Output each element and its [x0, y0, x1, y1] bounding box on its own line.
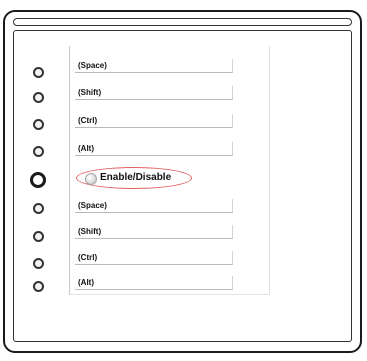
- enable-disable-highlight[interactable]: Enable/Disable: [76, 167, 192, 189]
- key-assignment-field-2[interactable]: (Shift): [75, 86, 233, 100]
- side-button-3[interactable]: [33, 119, 44, 130]
- side-button-4[interactable]: [33, 146, 44, 157]
- side-button-6[interactable]: [33, 203, 44, 214]
- enable-disable-label: Enable/Disable: [100, 172, 172, 183]
- side-button-9[interactable]: [33, 281, 44, 292]
- key-assignment-field-3[interactable]: (Ctrl): [75, 114, 233, 128]
- key-assignment-field-4[interactable]: (Alt): [75, 142, 233, 156]
- side-button-2[interactable]: [33, 92, 44, 103]
- side-button-8[interactable]: [33, 258, 44, 269]
- key-assignment-field-7[interactable]: (Shift): [75, 225, 233, 239]
- side-button-7[interactable]: [33, 231, 44, 242]
- key-assignment-field-8[interactable]: (Ctrl): [75, 251, 233, 265]
- key-assignment-field-9[interactable]: (Alt): [75, 276, 233, 290]
- side-button-5-enable-toggle[interactable]: [30, 172, 46, 188]
- toggle-icon: [85, 173, 97, 185]
- device-top-bar: [13, 18, 352, 26]
- side-button-1[interactable]: [33, 67, 44, 78]
- key-assignment-field-6[interactable]: (Space): [75, 199, 233, 213]
- key-assignment-field-1[interactable]: (Space): [75, 59, 233, 73]
